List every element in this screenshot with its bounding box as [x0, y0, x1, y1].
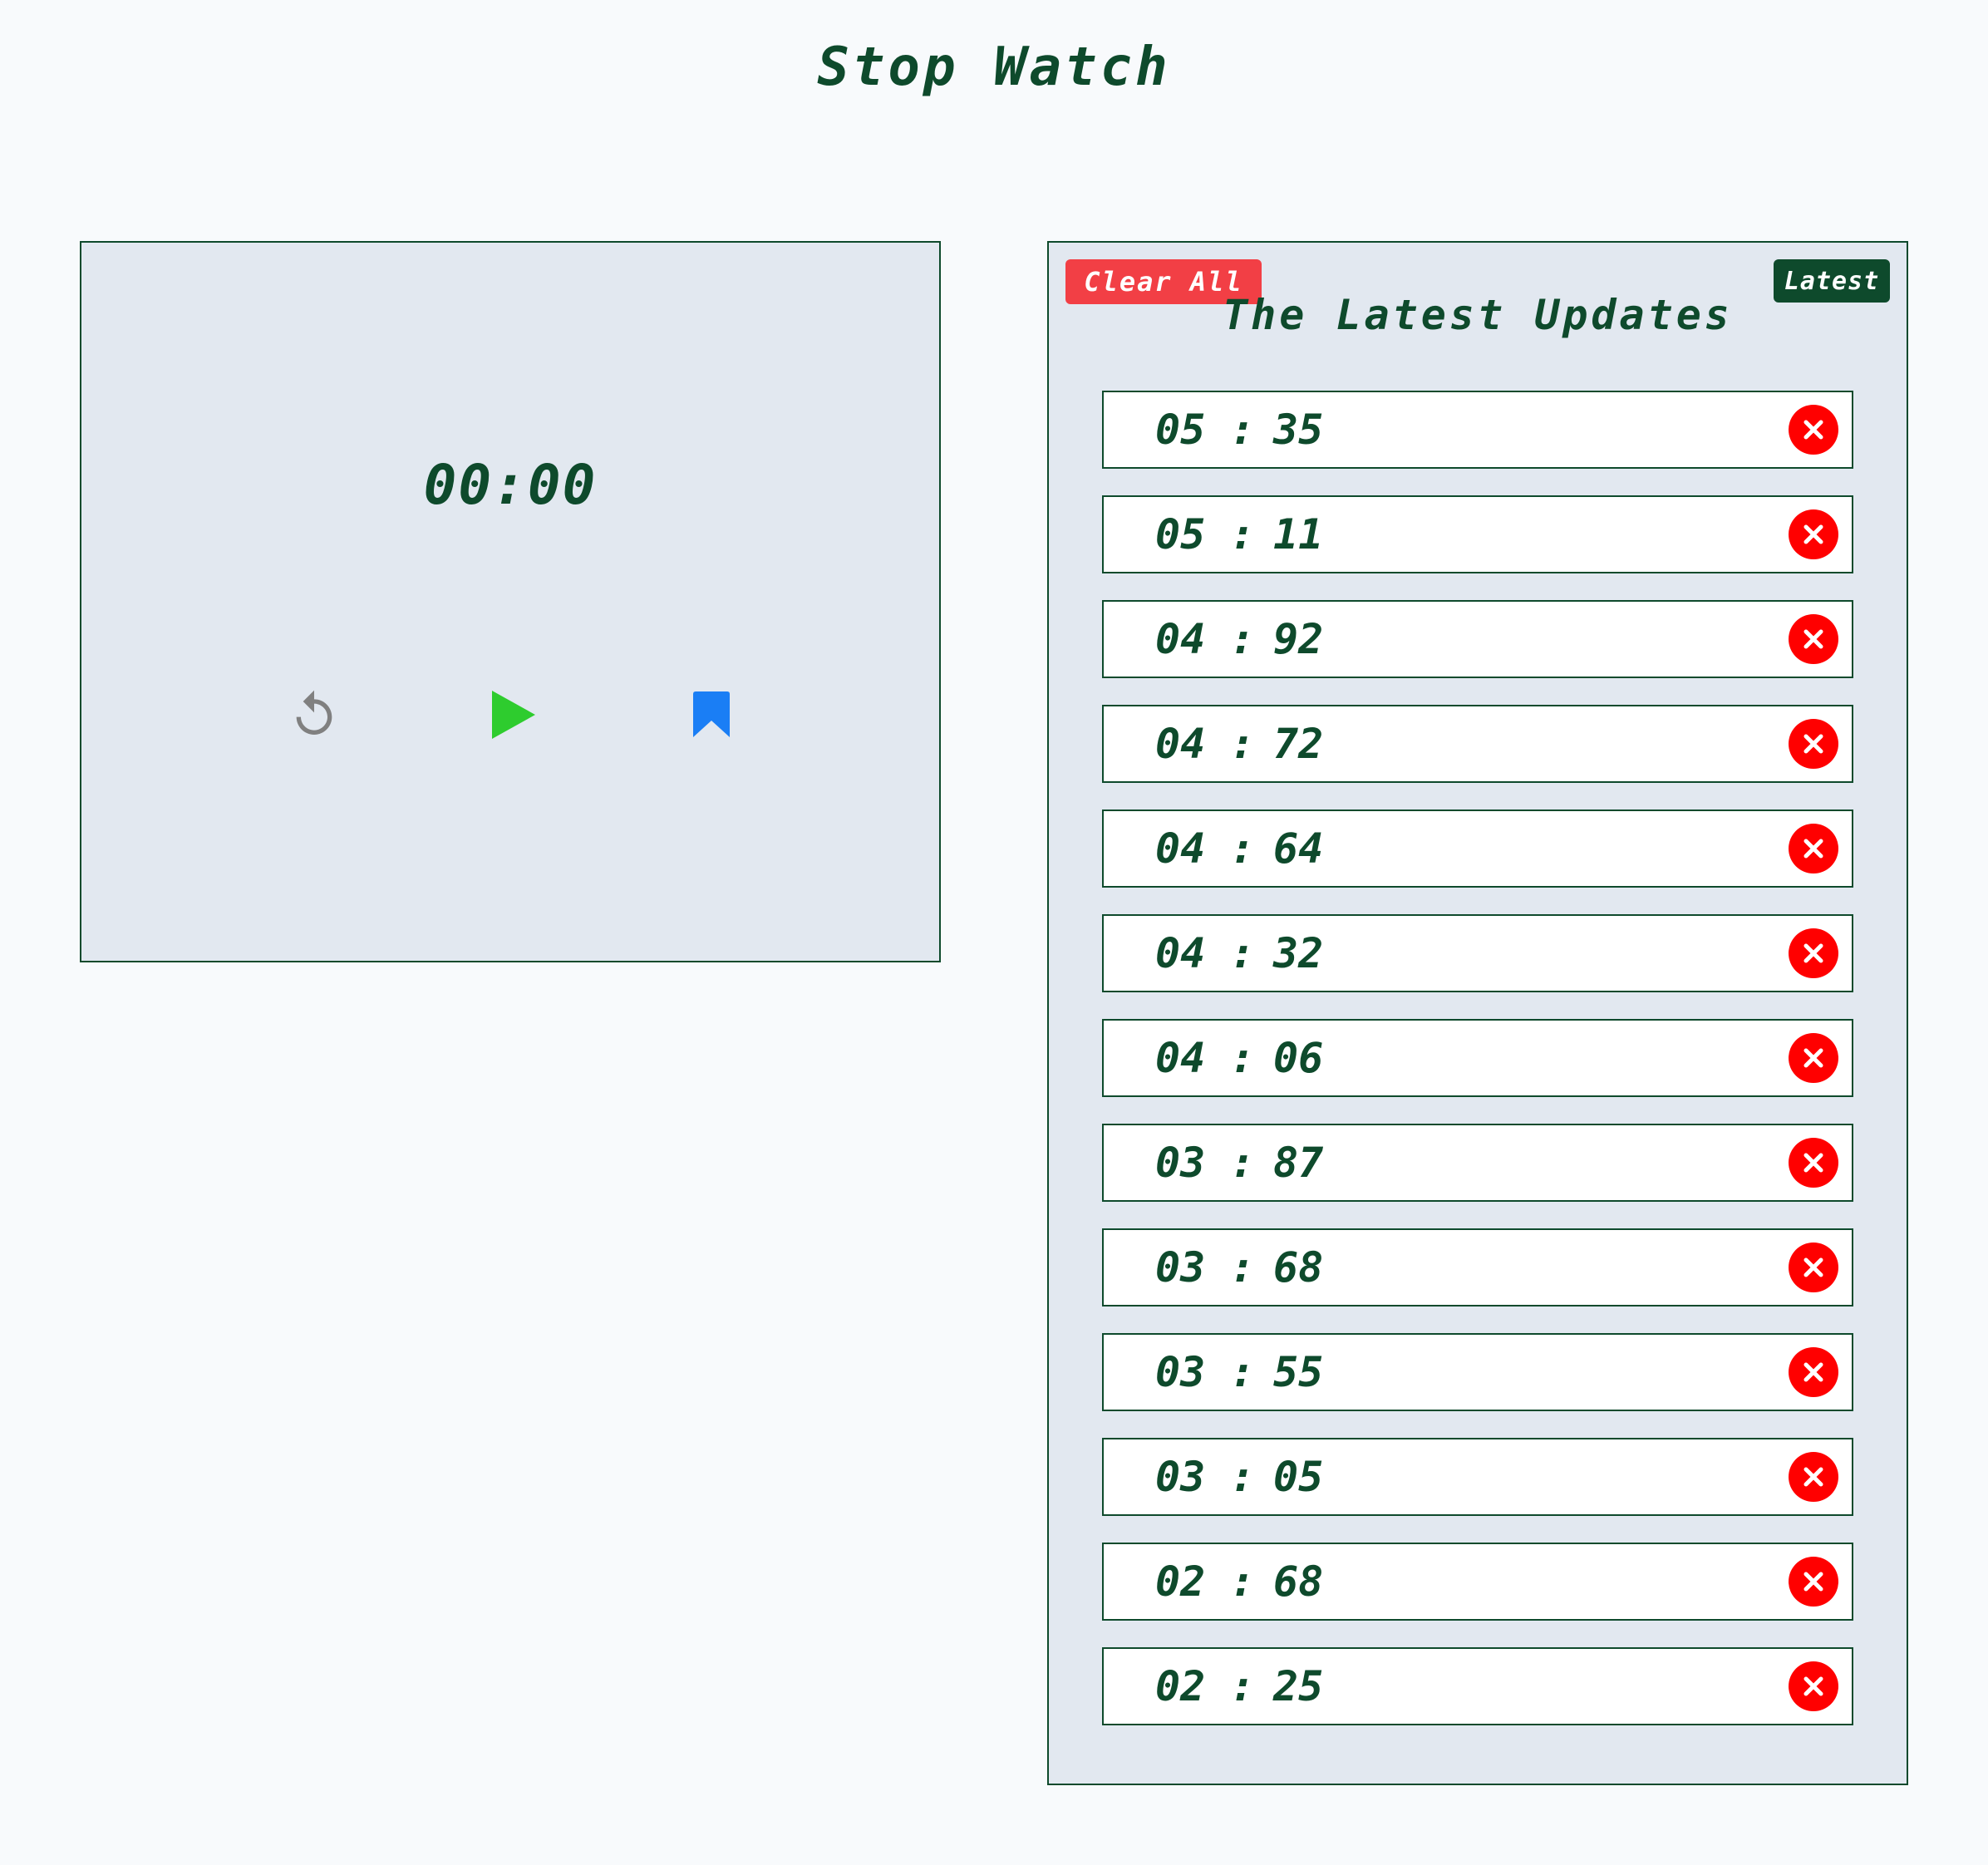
lap-minutes: 04	[1155, 929, 1206, 977]
close-icon	[1803, 1153, 1823, 1173]
lap-minutes: 02	[1155, 1557, 1206, 1606]
delete-lap-button[interactable]	[1789, 1557, 1838, 1607]
lap-separator: :	[1230, 615, 1256, 663]
lap-separator: :	[1230, 929, 1256, 977]
lap-item: 04 : 92	[1102, 600, 1853, 678]
lap-minutes: 03	[1155, 1453, 1206, 1501]
lap-separator: :	[1230, 1453, 1256, 1501]
close-icon	[1803, 524, 1823, 544]
lap-separator: :	[1230, 1243, 1256, 1292]
close-icon	[1803, 420, 1823, 440]
delete-lap-button[interactable]	[1789, 1243, 1838, 1292]
lap-minutes: 05	[1155, 510, 1206, 559]
close-icon	[1803, 629, 1823, 649]
lap-list: 05 : 35 05 : 11 04 : 92 04 : 72 04 : 64	[1102, 391, 1853, 1752]
close-icon	[1803, 1362, 1823, 1382]
lap-minutes: 04	[1155, 615, 1206, 663]
lap-item: 03 : 87	[1102, 1124, 1853, 1202]
delete-lap-button[interactable]	[1789, 928, 1838, 978]
delete-lap-button[interactable]	[1789, 405, 1838, 455]
reset-icon	[296, 690, 332, 735]
lap-item: 02 : 68	[1102, 1543, 1853, 1621]
lap-seconds: 05	[1273, 1453, 1324, 1501]
lap-separator: :	[1230, 824, 1256, 873]
lap-seconds: 06	[1273, 1034, 1324, 1082]
lap-item: 05 : 35	[1102, 391, 1853, 469]
updates-heading: The Latest Updates	[1223, 291, 1733, 339]
lap-seconds: 32	[1273, 929, 1324, 977]
lap-seconds: 87	[1273, 1139, 1324, 1187]
lap-item: 04 : 32	[1102, 914, 1853, 992]
lap-separator: :	[1230, 720, 1256, 768]
delete-lap-button[interactable]	[1789, 614, 1838, 664]
lap-item: 03 : 68	[1102, 1228, 1853, 1306]
lap-separator: :	[1230, 1348, 1256, 1396]
close-icon	[1803, 1048, 1823, 1068]
delete-lap-button[interactable]	[1789, 824, 1838, 873]
delete-lap-button[interactable]	[1789, 1138, 1838, 1188]
timer-panel	[80, 241, 941, 962]
lap-minutes: 03	[1155, 1348, 1206, 1396]
close-icon	[1803, 1257, 1823, 1277]
lap-seconds: 72	[1273, 720, 1324, 768]
delete-lap-button[interactable]	[1789, 1033, 1838, 1083]
lap-minutes: 05	[1155, 406, 1206, 454]
lap-minutes: 04	[1155, 824, 1206, 873]
lap-minutes: 02	[1155, 1662, 1206, 1710]
lap-seconds: 25	[1273, 1662, 1324, 1710]
page-title: Stop Watch	[817, 37, 1171, 98]
lap-separator: :	[1230, 1662, 1256, 1710]
lap-separator: :	[1230, 510, 1256, 559]
delete-lap-button[interactable]	[1789, 1452, 1838, 1502]
play-button[interactable]	[480, 682, 547, 748]
lap-minutes: 03	[1155, 1139, 1206, 1187]
play-icon	[492, 691, 535, 739]
lap-item: 04 : 72	[1102, 705, 1853, 783]
bookmark-icon	[693, 691, 730, 737]
bookmark-button[interactable]	[678, 682, 745, 748]
lap-seconds: 92	[1273, 615, 1324, 663]
lap-seconds: 55	[1273, 1348, 1324, 1396]
lap-item: 03 : 55	[1102, 1333, 1853, 1411]
lap-item: 04 : 06	[1102, 1019, 1853, 1097]
close-icon	[1803, 734, 1823, 754]
lap-separator: :	[1230, 1139, 1256, 1187]
reset-button[interactable]	[281, 682, 347, 748]
lap-item: 03 : 05	[1102, 1438, 1853, 1516]
close-icon	[1803, 1467, 1823, 1487]
delete-lap-button[interactable]	[1789, 719, 1838, 769]
close-icon	[1803, 943, 1823, 963]
lap-minutes: 04	[1155, 1034, 1206, 1082]
lap-seconds: 64	[1273, 824, 1324, 873]
lap-minutes: 03	[1155, 1243, 1206, 1292]
delete-lap-button[interactable]	[1789, 509, 1838, 559]
lap-seconds: 68	[1273, 1557, 1324, 1606]
lap-seconds: 35	[1273, 406, 1324, 454]
lap-item: 05 : 11	[1102, 495, 1853, 573]
lap-minutes: 04	[1155, 720, 1206, 768]
lap-separator: :	[1230, 1557, 1256, 1606]
close-icon	[1803, 1572, 1823, 1592]
timer-display: 00:00	[423, 453, 598, 517]
lap-item: 04 : 64	[1102, 809, 1853, 888]
close-icon	[1803, 1676, 1823, 1696]
lap-seconds: 68	[1273, 1243, 1324, 1292]
lap-separator: :	[1230, 1034, 1256, 1082]
lap-seconds: 11	[1273, 510, 1324, 559]
delete-lap-button[interactable]	[1789, 1661, 1838, 1711]
close-icon	[1803, 839, 1823, 859]
lap-separator: :	[1230, 406, 1256, 454]
lap-item: 02 : 25	[1102, 1647, 1853, 1725]
delete-lap-button[interactable]	[1789, 1347, 1838, 1397]
